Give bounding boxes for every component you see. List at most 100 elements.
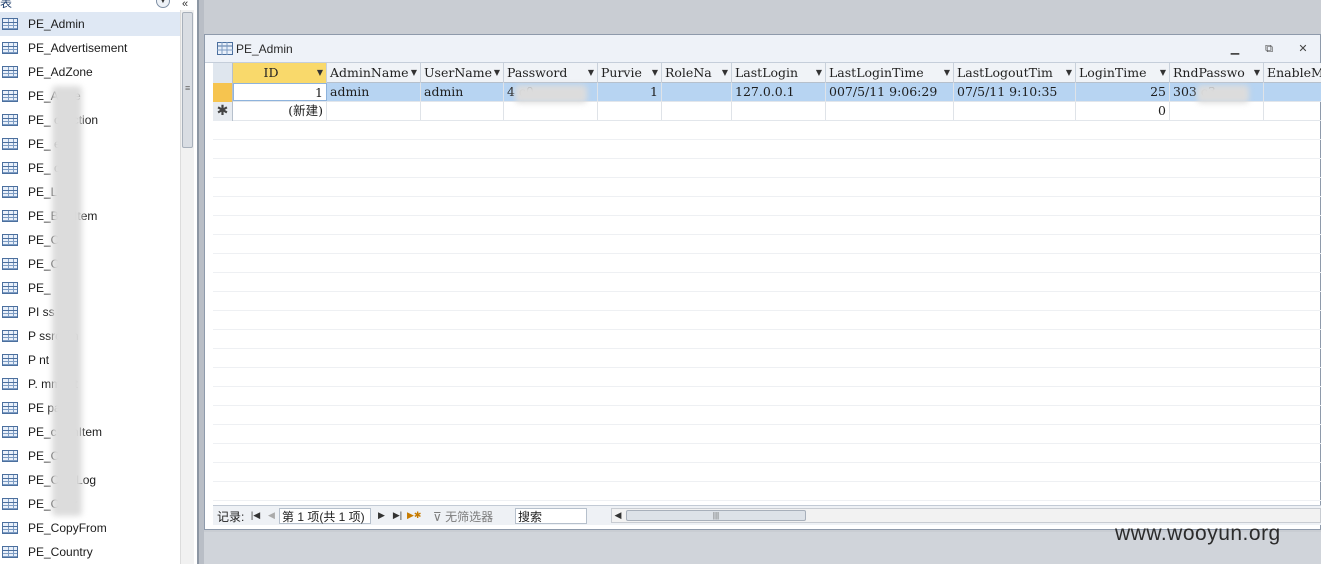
collapse-pane-icon[interactable]: « — [182, 0, 188, 10]
column-dropdown-icon[interactable]: ▼ — [1254, 63, 1260, 82]
nav-table-item[interactable]: PE_C el — [0, 252, 180, 276]
column-dropdown-icon[interactable]: ▼ — [1066, 63, 1072, 82]
nav-scrollbar-thumb[interactable]: ≡ — [182, 12, 193, 148]
table-cell[interactable] — [662, 83, 732, 101]
nav-table-item[interactable]: PE_AdZone — [0, 60, 180, 84]
table-cell[interactable] — [826, 102, 954, 120]
column-header-label: UserName — [424, 65, 492, 80]
column-dropdown-icon[interactable]: ▼ — [1160, 63, 1166, 82]
nav-table-item[interactable]: PE_Ba llItem — [0, 204, 180, 228]
column-header[interactable]: Purvie ▼ — [598, 63, 662, 83]
scroll-left-icon[interactable]: ◀ — [612, 509, 624, 522]
column-header[interactable]: RndPasswo ▼ — [1170, 63, 1264, 83]
table-cell[interactable] — [662, 102, 732, 120]
table-cell[interactable] — [732, 102, 826, 120]
previous-record-icon[interactable]: ◀ — [265, 508, 278, 523]
new-record-icon[interactable]: ▶✱ — [407, 508, 421, 523]
chevron-down-icon[interactable]: ▼ — [156, 0, 170, 8]
column-header[interactable]: ID ▼ — [233, 63, 327, 83]
table-cell[interactable]: 0 — [1076, 102, 1170, 120]
minimize-icon[interactable]: ▁ — [1227, 41, 1243, 57]
nav-table-item[interactable]: PE_A nce — [0, 84, 180, 108]
table-cell[interactable] — [1264, 83, 1321, 101]
nav-table-item[interactable]: PE_c lainItem — [0, 420, 180, 444]
column-header[interactable]: LoginTime ▼ — [1076, 63, 1170, 83]
filter-toggle[interactable]: ⊽ 无筛选器 — [433, 508, 493, 525]
nav-table-item[interactable]: PE_ or — [0, 156, 180, 180]
last-record-icon[interactable]: ▶| — [391, 508, 404, 523]
nav-table-item[interactable]: PE_L — [0, 180, 180, 204]
column-header[interactable]: LastLoginTime ▼ — [826, 63, 954, 83]
search-input[interactable]: 搜索 — [515, 508, 587, 524]
table-cell[interactable]: 25 — [1076, 83, 1170, 101]
restore-icon[interactable]: ⧉ — [1261, 41, 1277, 57]
current-record-field[interactable]: 第 1 项(共 1 项) — [279, 508, 371, 524]
column-header[interactable]: LastLogin ▼ — [732, 63, 826, 83]
column-dropdown-icon[interactable]: ▼ — [944, 63, 950, 82]
table-cell[interactable] — [1264, 102, 1321, 120]
column-header-label: LastLogin — [735, 65, 799, 80]
nav-table-item[interactable]: PE_Country — [0, 540, 180, 564]
table-cell[interactable]: 127.0.0.1 — [732, 83, 826, 101]
table-cell[interactable] — [954, 102, 1076, 120]
select-all-corner[interactable] — [213, 63, 233, 83]
column-header[interactable]: RoleNa ▼ — [662, 63, 732, 83]
horizontal-scrollbar-thumb[interactable]: ||| — [626, 510, 806, 521]
table-cell[interactable]: admin — [421, 83, 504, 101]
table-cell[interactable]: 1 — [233, 83, 327, 101]
nav-pane-header[interactable]: 表 ▼ — [0, 0, 180, 10]
column-header[interactable]: UserName ▼ — [421, 63, 504, 83]
nav-table-item[interactable]: P ssroom — [0, 324, 180, 348]
nav-table-item[interactable]: PE_ e — [0, 132, 180, 156]
nav-table-item[interactable]: PE_Co eLog — [0, 468, 180, 492]
column-dropdown-icon[interactable]: ▼ — [494, 63, 500, 82]
table-cell[interactable] — [598, 102, 662, 120]
nav-table-item[interactable]: PE_Advertisement — [0, 36, 180, 60]
table-cell[interactable]: (新建) — [233, 102, 327, 120]
nav-table-item[interactable]: PE_Cor r — [0, 492, 180, 516]
column-dropdown-icon[interactable]: ▼ — [317, 63, 323, 82]
nav-scrollbar[interactable]: ≡ — [180, 10, 194, 564]
table-cell[interactable]: admin — [327, 83, 421, 101]
horizontal-scrollbar[interactable]: ◀ ||| — [611, 508, 1321, 523]
nav-table-item[interactable]: PI ss — [0, 300, 180, 324]
table-cell[interactable] — [1170, 102, 1264, 120]
new-record-marker[interactable]: ✱ — [213, 102, 233, 121]
column-dropdown-icon[interactable]: ▼ — [722, 63, 728, 82]
first-record-icon[interactable]: |◀ — [249, 508, 262, 523]
table-datasheet-window: PE_Admin ▁ ⧉ ✕ ID ▼ AdminName ▼ UserName ▼ Pas… — [204, 34, 1321, 530]
close-icon[interactable]: ✕ — [1295, 41, 1311, 57]
table-icon — [2, 330, 18, 342]
nav-table-item[interactable]: PE_CopyFrom — [0, 516, 180, 540]
table-cell[interactable]: 07/5/11 9:10:35 — [954, 83, 1076, 101]
nav-table-item[interactable]: PE_Admin — [0, 12, 180, 36]
record-selector[interactable] — [213, 83, 233, 102]
nav-table-label: PE_Advertisement — [28, 41, 128, 55]
table-cell[interactable] — [421, 102, 504, 120]
new-record-row[interactable]: ✱ (新建) 0 — [213, 102, 1321, 121]
table-cell[interactable]: 1 — [598, 83, 662, 101]
column-header[interactable]: AdminName ▼ — [327, 63, 421, 83]
column-dropdown-icon[interactable]: ▼ — [816, 63, 822, 82]
column-dropdown-icon[interactable]: ▼ — [652, 63, 658, 82]
watermark: www.wooyun.org — [1115, 522, 1281, 545]
table-cell[interactable] — [504, 102, 598, 120]
column-header[interactable]: LastLogoutTim ▼ — [954, 63, 1076, 83]
table-cell[interactable] — [327, 102, 421, 120]
column-dropdown-icon[interactable]: ▼ — [588, 63, 594, 82]
nav-table-item[interactable]: PE_ — [0, 276, 180, 300]
nav-table-item[interactable]: PE_C — [0, 228, 180, 252]
nav-table-item[interactable]: P nt — [0, 348, 180, 372]
nav-table-item[interactable]: PE_ ollection — [0, 108, 180, 132]
table-cell[interactable]: 007/5/11 9:06:29 — [826, 83, 954, 101]
column-header-label: EnableM — [1267, 65, 1321, 80]
column-header[interactable]: Password ▼ — [504, 63, 598, 83]
column-header[interactable]: EnableM▼ — [1264, 63, 1321, 83]
nav-table-item[interactable]: PE_Co — [0, 444, 180, 468]
nav-table-item[interactable]: P. mment — [0, 372, 180, 396]
next-record-icon[interactable]: ▶ — [375, 508, 388, 523]
nav-table-item[interactable]: PE pany — [0, 396, 180, 420]
nav-pane-title: 表 — [0, 0, 13, 10]
column-dropdown-icon[interactable]: ▼ — [411, 63, 417, 82]
table-row[interactable]: 1adminadmin4 c01127.0.0.1007/5/11 9:06:2… — [213, 83, 1321, 102]
